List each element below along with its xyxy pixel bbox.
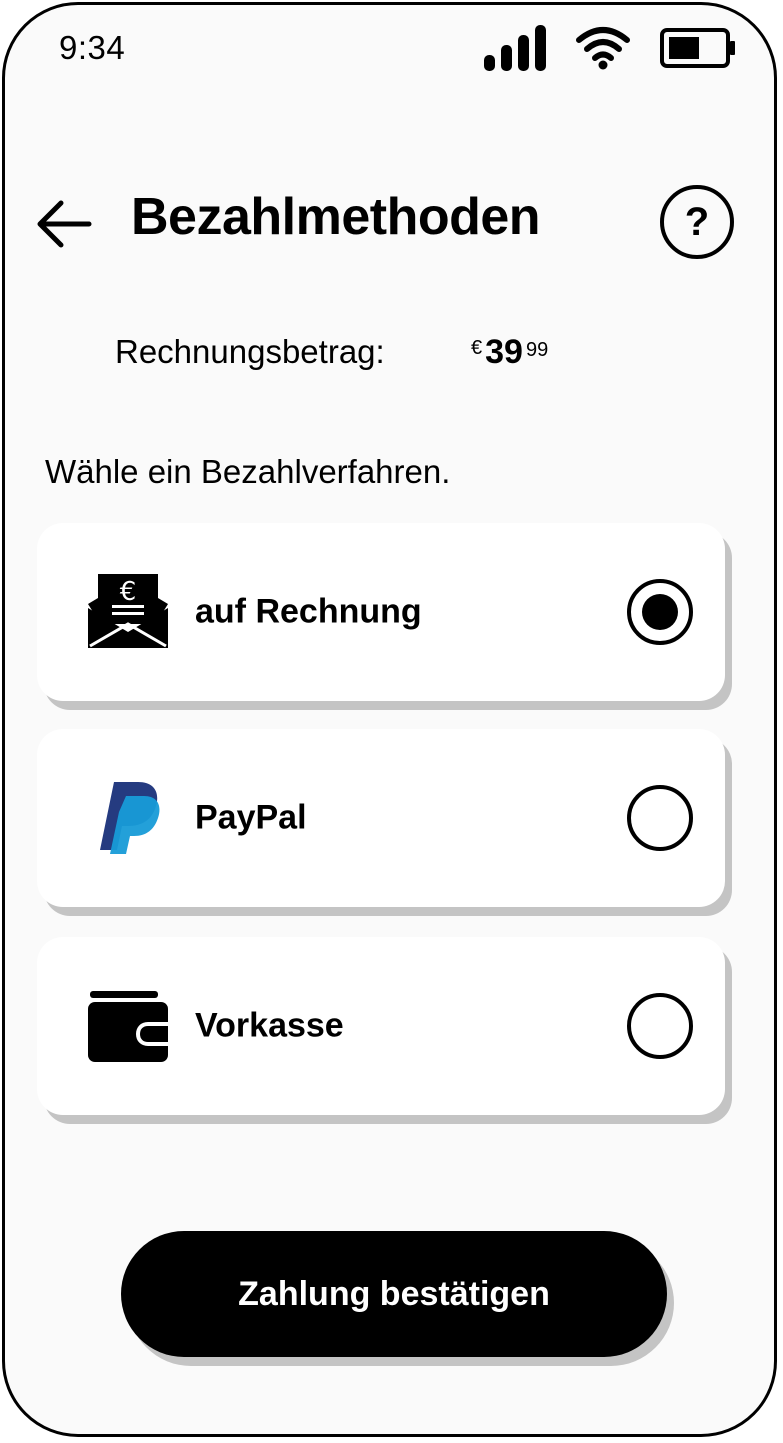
cellular-signal-icon (484, 24, 546, 76)
radio-selected[interactable] (627, 579, 693, 645)
wallet-icon (87, 985, 169, 1067)
radio-dot (642, 594, 678, 630)
invoice-amount: € 39 99 (471, 335, 548, 369)
invoice-envelope-icon: € (87, 571, 169, 653)
arrow-left-icon (37, 200, 92, 248)
confirm-payment-button[interactable]: Zahlung bestätigen (121, 1231, 667, 1357)
amount-main: 39 (485, 333, 523, 371)
radio-unselected[interactable] (627, 993, 693, 1059)
payment-option-paypal[interactable]: PayPal (37, 729, 725, 907)
payment-option-label: Vorkasse (195, 1006, 344, 1045)
page-title: Bezahlmethoden (131, 188, 541, 246)
phone-frame: 9:34 Bezahlmethoden ? Rechnungsbetrag: €… (2, 2, 777, 1437)
help-button[interactable]: ? (660, 185, 734, 259)
battery-icon (660, 27, 736, 73)
instruction-text: Wähle ein Bezahlverfahren. (45, 453, 451, 490)
back-button[interactable] (33, 193, 95, 255)
payment-option-label: PayPal (195, 798, 307, 837)
invoice-amount-label: Rechnungsbetrag: (115, 333, 385, 370)
radio-unselected[interactable] (627, 785, 693, 851)
status-icons (484, 24, 736, 76)
wifi-icon (576, 26, 630, 75)
payment-option-label: auf Rechnung (195, 592, 422, 631)
currency-symbol: € (471, 337, 483, 359)
payment-option-invoice[interactable]: € auf Rechnung (37, 523, 725, 701)
svg-text:€: € (120, 577, 137, 607)
amount-cents: 99 (525, 339, 549, 361)
paypal-icon (87, 777, 169, 859)
status-time: 9:34 (59, 29, 126, 66)
payment-option-prepayment[interactable]: Vorkasse (37, 937, 725, 1115)
